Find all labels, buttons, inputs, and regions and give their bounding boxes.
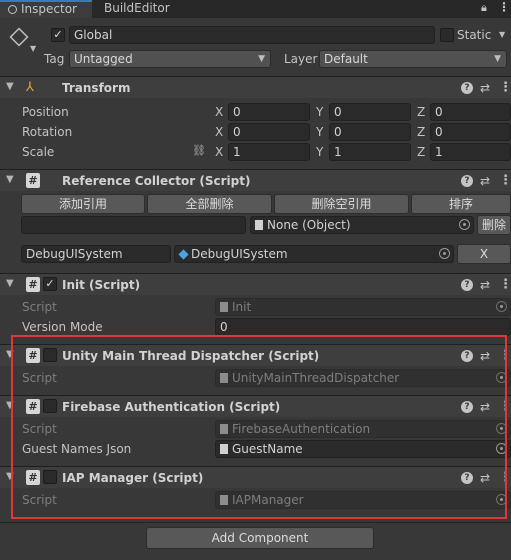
constrain-proportions-icon[interactable]: ⛓︎ — [192, 144, 206, 157]
tab-build-editor-label: BuildEditor — [104, 1, 170, 15]
rotation-x-input[interactable]: 0 — [228, 123, 310, 141]
component-menu-icon[interactable]: ⋮ — [499, 277, 511, 293]
static-label: Static — [457, 28, 492, 42]
inspector-icon — [8, 5, 17, 14]
gameobject-active-checkbox[interactable]: ✓ — [51, 28, 65, 42]
tag-value: Untagged — [74, 52, 133, 66]
rotation-z-input[interactable]: 0 — [430, 123, 511, 141]
tab-inspector-label: Inspector — [21, 2, 77, 16]
axis-y-label[interactable]: Y — [316, 144, 323, 160]
presets-icon[interactable]: ⇄ — [480, 80, 490, 96]
static-checkbox[interactable] — [440, 28, 454, 42]
entry-key-input[interactable]: DebugUISystem — [21, 245, 171, 263]
axis-x-label[interactable]: X — [215, 124, 223, 140]
position-y-input[interactable]: 0 — [329, 103, 411, 121]
rotation-label: Rotation — [22, 125, 73, 139]
scale-z-input[interactable]: 1 — [430, 143, 511, 161]
object-icon — [255, 220, 263, 230]
axis-z-label[interactable]: Z — [417, 124, 425, 140]
delete-empty-references-button[interactable]: 删除空引用 — [274, 194, 409, 214]
prefab-icon — [178, 249, 189, 260]
reference-key-input[interactable] — [21, 216, 246, 234]
tag-dropdown[interactable]: Untagged ▼ — [69, 50, 271, 68]
help-icon[interactable]: ? — [461, 175, 473, 187]
help-icon[interactable]: ? — [461, 279, 473, 291]
reference-collector-header[interactable]: ▼ # Reference Collector (Script) ? ⇄ ⋮ — [0, 169, 511, 191]
init-header[interactable]: ▼ # ✓ Init (Script) ? ⇄ ⋮ — [0, 273, 511, 295]
version-mode-input[interactable]: 0 — [215, 318, 511, 336]
gameobject-icon-dropdown-arrow[interactable]: ▼ — [30, 44, 36, 53]
axis-x-label[interactable]: X — [215, 144, 223, 160]
axis-z-label[interactable]: Z — [417, 104, 425, 120]
sort-button[interactable]: 排序 — [411, 194, 511, 214]
init-script-field: Init — [215, 298, 511, 316]
position-label: Position — [22, 105, 69, 119]
position-x-input[interactable]: 0 — [228, 103, 310, 121]
delete-button[interactable]: 删除 — [477, 215, 511, 235]
rotation-y-input[interactable]: 0 — [329, 123, 411, 141]
add-component-button[interactable]: Add Component — [146, 527, 374, 549]
tab-menu-icon[interactable]: ⋮ — [498, 0, 510, 14]
component-menu-icon[interactable]: ⋮ — [499, 173, 511, 189]
delete-all-button[interactable]: 全部删除 — [147, 194, 272, 214]
foldout-arrow-icon[interactable]: ▼ — [6, 174, 14, 185]
presets-icon[interactable]: ⇄ — [480, 173, 490, 189]
reference-collector-title: Reference Collector (Script) — [62, 174, 251, 188]
help-icon[interactable]: ? — [461, 82, 473, 94]
init-script-label: Script — [22, 300, 57, 314]
transform-icon: ⅄ — [26, 80, 34, 95]
layer-dropdown[interactable]: Default ▼ — [319, 50, 507, 68]
axis-x-label[interactable]: X — [215, 104, 223, 120]
transform-header[interactable]: ▼ ⅄ Transform ? ⇄ ⋮ — [0, 76, 511, 98]
position-z-input[interactable]: 0 — [430, 103, 511, 121]
reference-object-field[interactable]: None (Object) — [250, 216, 474, 234]
divider — [0, 522, 511, 523]
entry-object-field[interactable]: DebugUISystem — [174, 245, 454, 263]
scale-x-input[interactable]: 1 — [228, 143, 310, 161]
foldout-arrow-icon[interactable]: ▼ — [6, 278, 14, 289]
none-object-text: None (Object) — [267, 218, 351, 232]
transform-title: Transform — [62, 81, 131, 95]
entry-object-value: DebugUISystem — [191, 247, 288, 261]
axis-y-label[interactable]: Y — [316, 124, 323, 140]
highlight-box — [11, 335, 507, 519]
remove-entry-button[interactable]: X — [457, 244, 511, 264]
axis-z-label[interactable]: Z — [417, 144, 425, 160]
version-mode-label: Version Mode — [22, 320, 103, 334]
scale-label: Scale — [22, 145, 55, 159]
object-picker-icon[interactable] — [439, 248, 450, 259]
init-title: Init (Script) — [62, 278, 141, 292]
lock-icon[interactable]: 🔒︎ — [481, 1, 487, 15]
script-icon: # — [26, 277, 40, 292]
object-picker-icon — [496, 301, 507, 312]
add-reference-button[interactable]: 添加引用 — [21, 194, 145, 214]
scale-y-input[interactable]: 1 — [329, 143, 411, 161]
init-enabled-checkbox[interactable]: ✓ — [43, 277, 57, 291]
tag-label: Tag — [44, 52, 65, 66]
tab-bar: Inspector BuildEditor 🔒︎ ⋮ — [0, 0, 511, 18]
gameobject-name-input[interactable]: Global — [69, 26, 435, 44]
script-icon: # — [26, 173, 40, 188]
tab-build-editor[interactable]: BuildEditor — [96, 0, 176, 18]
axis-y-label[interactable]: Y — [316, 104, 323, 120]
static-dropdown-arrow[interactable]: ▼ — [499, 30, 505, 39]
foldout-arrow-icon[interactable]: ▼ — [6, 81, 14, 92]
init-script-value: Init — [232, 300, 252, 314]
layer-value: Default — [324, 52, 368, 66]
chevron-down-icon: ▼ — [258, 54, 265, 64]
layer-label: Layer — [284, 52, 318, 66]
object-picker-icon[interactable] — [459, 219, 470, 230]
gameobject-icon — [9, 27, 29, 47]
presets-icon[interactable]: ⇄ — [480, 277, 490, 293]
chevron-down-icon: ▼ — [494, 54, 501, 64]
script-file-icon — [220, 302, 228, 312]
tab-inspector[interactable]: Inspector — [0, 0, 92, 18]
component-menu-icon[interactable]: ⋮ — [499, 80, 511, 96]
